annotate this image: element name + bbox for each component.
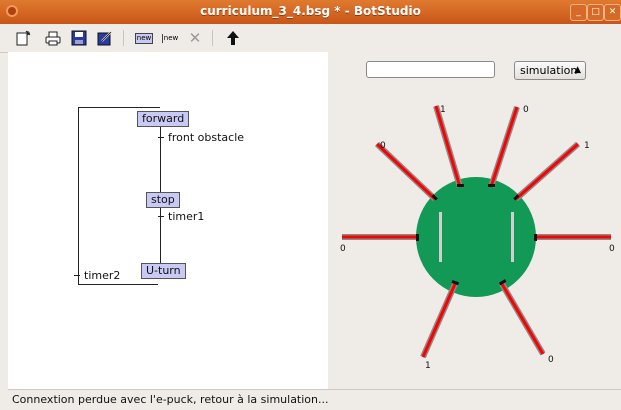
new-transition-label: new (161, 33, 179, 43)
sensor-ray-upper-left-fill (375, 142, 437, 201)
sensor-cap (488, 184, 495, 187)
save-icon[interactable] (70, 29, 88, 47)
state-stop[interactable]: stop (146, 192, 180, 208)
sensor-value-left: 0 (340, 244, 346, 254)
state-machine-canvas[interactable]: forward stop U-turn front obstacle timer… (8, 52, 328, 389)
loop-line-bottom (78, 284, 158, 285)
state-uturn[interactable]: U-turn (141, 263, 186, 279)
upload-arrow-icon[interactable] (224, 29, 242, 47)
new-state-icon[interactable]: new (134, 29, 154, 47)
transition-front-obstacle[interactable]: front obstacle (168, 131, 244, 144)
new-transition-icon[interactable]: new (160, 29, 180, 47)
sensor-value-top-left: 1 (440, 105, 446, 115)
right-wheel (511, 212, 514, 262)
delete-icon[interactable]: ✕ (186, 29, 204, 47)
sensor-cap (416, 234, 419, 241)
sensor-ray-upper-right-fill (515, 142, 579, 201)
sensor-value-top-right: 0 (523, 105, 529, 115)
sensor-ray-bottom-right-fill (500, 283, 545, 355)
sensor-ray-top-right-fill (489, 106, 519, 188)
transition-tick (74, 275, 80, 276)
sensor-value-upper-right: 1 (584, 141, 590, 151)
transition-tick (158, 137, 164, 138)
toolbar-separator (212, 30, 213, 46)
left-wheel (439, 212, 442, 262)
simulation-panel: simulation ▲ 1 0 0 1 0 0 1 0 (328, 52, 621, 389)
title-bar: curriculum_3_4.bsg * - BotStudio _ □ ✕ (0, 0, 621, 24)
robot-view: 1 0 0 1 0 0 1 0 (340, 105, 615, 371)
status-message: Connextion perdue avec l'e-puck, retour … (12, 393, 329, 406)
sensor-cap (457, 184, 464, 187)
print-icon[interactable] (44, 29, 62, 47)
window-title: curriculum_3_4.bsg * - BotStudio (200, 4, 421, 18)
status-bar: Connextion perdue avec l'e-puck, retour … (8, 389, 621, 410)
sensor-cap (534, 234, 537, 241)
sensor-value-bottom-right: 0 (548, 355, 554, 365)
sensor-value-upper-left: 0 (380, 141, 386, 151)
loop-line-left (78, 107, 79, 285)
state-forward[interactable]: forward (137, 111, 190, 127)
transition-tick (158, 216, 164, 217)
minimize-icon[interactable]: _ (570, 4, 587, 21)
sensor-value-right: 0 (609, 244, 615, 254)
loop-line-top (78, 107, 160, 108)
close-icon[interactable]: ✕ (604, 4, 621, 21)
edit-icon[interactable] (96, 29, 114, 47)
sensor-value-bottom-left: 1 (425, 361, 431, 371)
new-document-icon[interactable] (14, 29, 32, 47)
toolbar-separator (123, 30, 124, 46)
sensor-ray-top-left-fill (434, 105, 462, 188)
new-state-label: new (134, 32, 154, 44)
toolbar: new new ✕ (0, 24, 621, 53)
transition-timer2[interactable]: timer2 (84, 269, 120, 282)
sensor-ray-bottom-left-fill (421, 283, 457, 358)
connector-line-1 (160, 126, 161, 192)
transition-timer1[interactable]: timer1 (168, 210, 204, 223)
maximize-icon[interactable]: □ (587, 4, 604, 21)
